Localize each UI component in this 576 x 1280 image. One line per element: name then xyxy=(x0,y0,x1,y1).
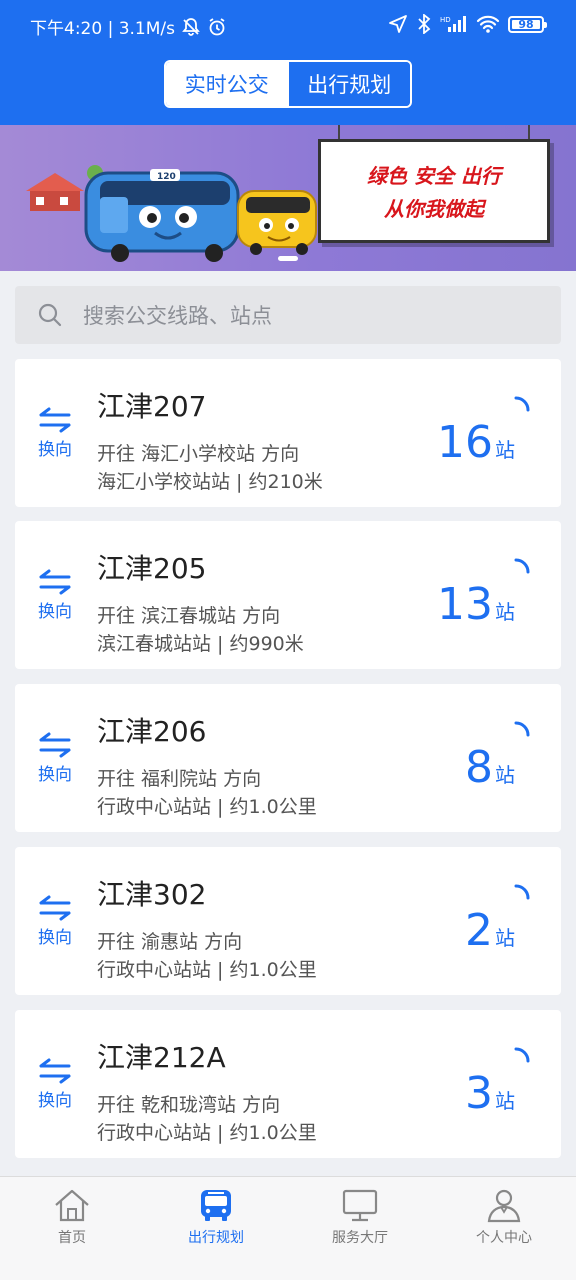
route-direction: 开往 渝惠站 方向 xyxy=(97,931,243,953)
swap-icon xyxy=(39,1058,71,1084)
nav-item-home[interactable]: 首页 xyxy=(0,1177,144,1280)
nearest-stop: 行政中心站站 | 约1.0公里 xyxy=(97,796,317,818)
promo-banner[interactable]: 120 绿色 安全 出行 从你我做起 xyxy=(0,125,576,271)
bottom-nav: 首页 出行规划 服务大厅 个人中心 xyxy=(0,1176,576,1280)
route-direction: 开往 乾和珑湾站 方向 xyxy=(97,1094,281,1116)
loading-spinner-icon xyxy=(514,396,530,412)
swap-direction-button[interactable]: 换向 xyxy=(33,569,77,622)
monitor-icon xyxy=(342,1189,378,1222)
route-card[interactable]: 换向 江津207 开往 海汇小学校站 方向 海汇小学校站站 | 约210米 16… xyxy=(15,359,561,507)
banner-slogan-line2: 从你我做起 xyxy=(384,197,484,221)
nearest-stop: 滨江春城站站 | 约990米 xyxy=(97,633,304,655)
nav-item-trip-planning[interactable]: 出行规划 xyxy=(144,1177,288,1280)
user-icon xyxy=(487,1189,521,1223)
bus-illustration: 120 xyxy=(26,165,317,262)
loading-spinner-icon xyxy=(514,721,530,737)
swap-label: 换向 xyxy=(38,602,72,622)
route-card[interactable]: 换向 江津206 开往 福利院站 方向 行政中心站站 | 约1.0公里 8站 xyxy=(15,684,561,832)
status-bar: 下午4:20 | 3.1M/s HD 98 xyxy=(0,0,576,56)
route-direction: 开往 福利院站 方向 xyxy=(97,768,262,790)
route-card[interactable]: 换向 江津302 开往 渝惠站 方向 行政中心站站 | 约1.0公里 2站 xyxy=(15,847,561,995)
tab-realtime-bus[interactable]: 实时公交 xyxy=(166,62,288,106)
nav-label: 服务大厅 xyxy=(332,1230,388,1246)
swap-label: 换向 xyxy=(38,928,72,948)
swap-label: 换向 xyxy=(38,440,72,460)
stops-away: 8站 xyxy=(465,742,515,793)
swap-label: 换向 xyxy=(38,1091,72,1111)
swap-direction-button[interactable]: 换向 xyxy=(33,1058,77,1111)
battery-icon: 98 xyxy=(508,15,547,33)
route-name: 江津205 xyxy=(97,552,207,585)
swap-direction-button[interactable]: 换向 xyxy=(33,732,77,785)
loading-spinner-icon xyxy=(514,1047,530,1063)
route-card[interactable]: 换向 江津205 开往 滨江春城站 方向 滨江春城站站 | 约990米 13 站 xyxy=(15,521,561,669)
nearest-stop: 行政中心站站 | 约1.0公里 xyxy=(97,1122,317,1144)
swap-direction-button[interactable]: 换向 xyxy=(33,895,77,948)
nav-label: 个人中心 xyxy=(476,1230,532,1246)
route-card[interactable]: 换向 江津212A 开往 乾和珑湾站 方向 行政中心站站 | 约1.0公里 3站 xyxy=(15,1010,561,1158)
svg-text:120: 120 xyxy=(157,172,176,182)
stops-away: 16 站 xyxy=(437,417,515,468)
swap-icon xyxy=(39,407,71,433)
tab-trip-planning[interactable]: 出行规划 xyxy=(287,62,410,106)
mode-tabs: 实时公交 出行规划 xyxy=(164,60,412,108)
svg-text:HD: HD xyxy=(440,16,451,24)
route-name: 江津212A xyxy=(97,1041,226,1074)
stops-away: 13 站 xyxy=(437,579,515,630)
home-icon xyxy=(55,1189,89,1222)
route-direction: 开往 海汇小学校站 方向 xyxy=(97,443,300,465)
nearest-stop: 海汇小学校站站 | 约210米 xyxy=(97,471,323,493)
search-icon xyxy=(38,303,62,327)
swap-label: 换向 xyxy=(38,765,72,785)
nav-item-service-hall[interactable]: 服务大厅 xyxy=(288,1177,432,1280)
location-arrow-icon xyxy=(389,15,407,33)
status-time-speed: 下午4:20 | 3.1M/s xyxy=(30,19,175,39)
nav-label: 出行规划 xyxy=(188,1230,244,1246)
search-placeholder: 搜索公交线路、站点 xyxy=(83,304,272,328)
route-name: 江津206 xyxy=(97,715,207,748)
wifi-icon xyxy=(476,15,500,33)
search-bar[interactable]: 搜索公交线路、站点 xyxy=(15,286,561,344)
bus-icon xyxy=(201,1190,231,1221)
app-header: 下午4:20 | 3.1M/s HD 98 实时公交 出行规划 xyxy=(0,0,576,125)
nav-item-profile[interactable]: 个人中心 xyxy=(432,1177,576,1280)
bell-off-icon xyxy=(182,17,200,36)
loading-spinner-icon xyxy=(514,558,530,574)
swap-icon xyxy=(39,895,71,921)
stops-away: 3站 xyxy=(465,1068,515,1119)
route-name: 江津302 xyxy=(97,878,207,911)
bluetooth-icon xyxy=(418,14,431,34)
nearest-stop: 行政中心站站 | 约1.0公里 xyxy=(97,959,317,981)
route-direction: 开往 滨江春城站 方向 xyxy=(97,605,281,627)
swap-icon xyxy=(39,732,71,758)
swap-icon xyxy=(39,569,71,595)
banner-slogan-line1: 绿色 安全 出行 xyxy=(367,164,501,188)
nav-label: 首页 xyxy=(58,1230,86,1246)
route-name: 江津207 xyxy=(97,390,207,423)
loading-spinner-icon xyxy=(514,884,530,900)
banner-sign: 绿色 安全 出行 从你我做起 xyxy=(318,139,550,243)
alarm-icon xyxy=(209,17,225,35)
swap-direction-button[interactable]: 换向 xyxy=(33,407,77,460)
stops-away: 2站 xyxy=(465,905,515,956)
signal-icon: HD xyxy=(440,16,466,32)
banner-page-indicator xyxy=(278,256,298,261)
